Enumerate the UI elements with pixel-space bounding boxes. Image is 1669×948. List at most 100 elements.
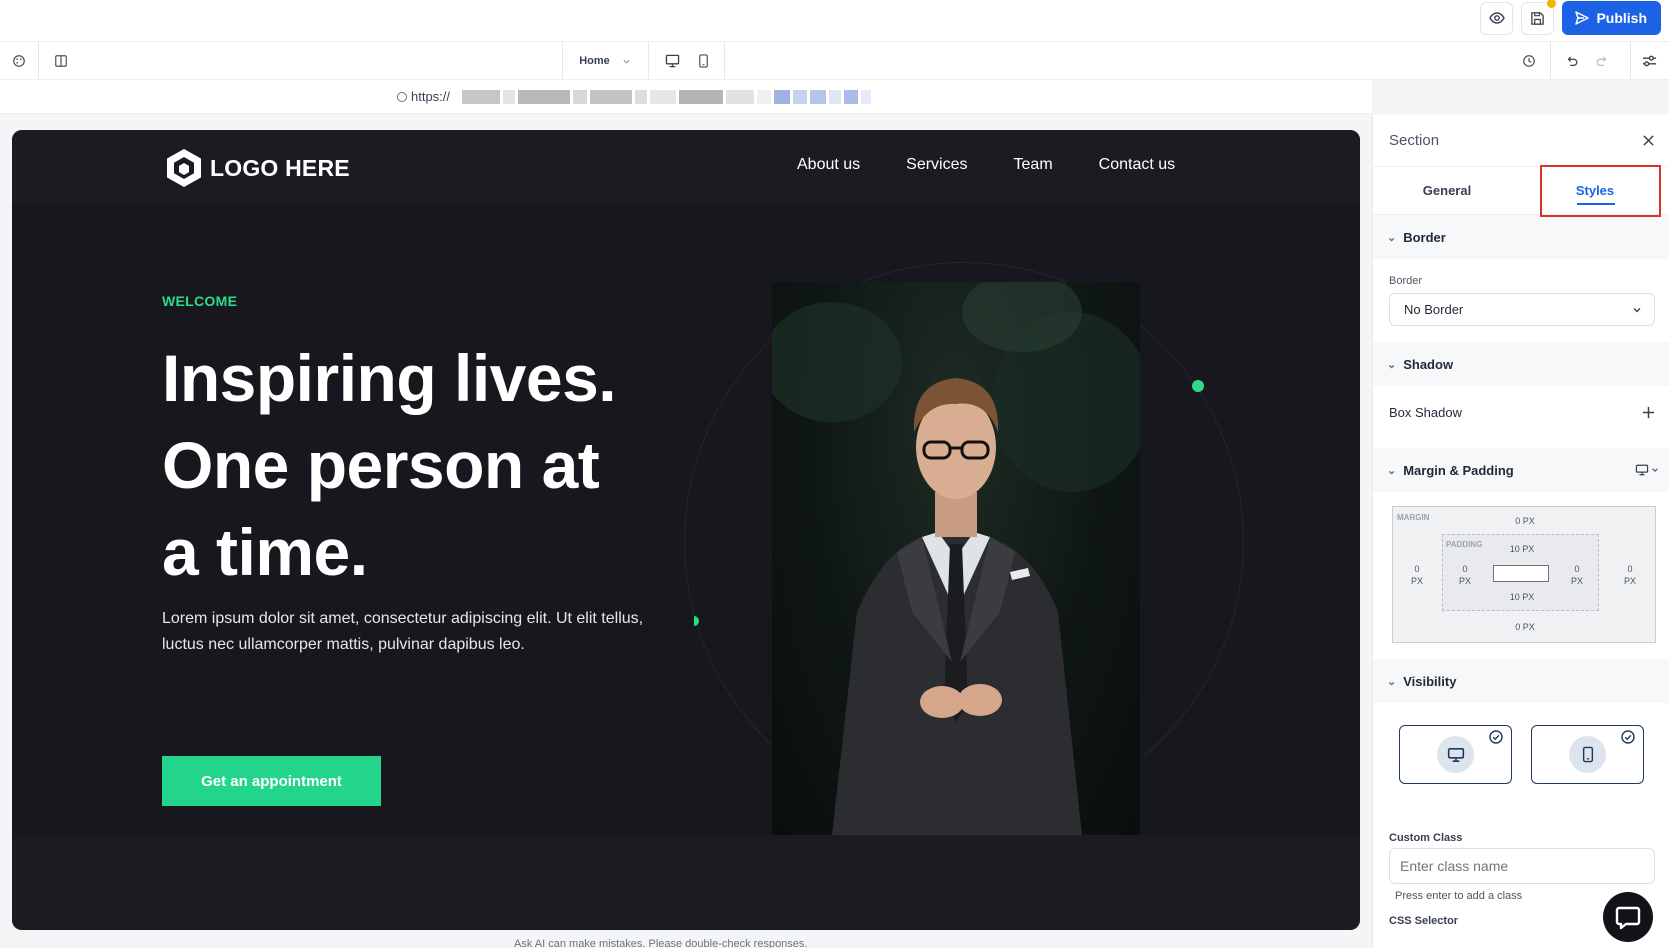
- cta-button[interactable]: Get an appointment: [162, 756, 381, 806]
- margin-bottom-value[interactable]: 0 PX: [1501, 621, 1549, 633]
- padding-box: PADDING 10 PX 10 PX 0 PX 0 PX: [1442, 534, 1599, 611]
- toolbar-divider: [724, 42, 725, 80]
- close-icon[interactable]: [1642, 134, 1655, 147]
- undo-icon: [1567, 56, 1578, 66]
- margin-top-value[interactable]: 0 PX: [1501, 515, 1549, 527]
- section-border-title: Border: [1403, 229, 1446, 245]
- publish-button[interactable]: Publish: [1562, 1, 1661, 35]
- section-shadow-title: Shadow: [1403, 356, 1454, 372]
- history-icon: [1523, 55, 1535, 67]
- section-spacing-title-wrap: ⌄ Margin & Padding: [1387, 463, 1514, 478]
- settings-sliders-icon: [1642, 55, 1656, 67]
- custom-class-field[interactable]: [1389, 848, 1655, 884]
- settings-button[interactable]: [1634, 42, 1664, 80]
- toolbar-divider: [1630, 42, 1631, 80]
- panel-header: Section: [1373, 115, 1669, 167]
- theme-button[interactable]: [4, 42, 34, 80]
- margin-right-unit: PX: [1623, 576, 1636, 586]
- hero-eyebrow[interactable]: WELCOME: [162, 293, 722, 309]
- eye-icon: [1489, 12, 1505, 24]
- visibility-toggles: [1373, 703, 1669, 784]
- properties-panel: Section General Styles ⌄ Border Border N…: [1372, 115, 1669, 948]
- margin-right-value[interactable]: 0 PX: [1616, 563, 1644, 587]
- nav-link-services[interactable]: Services: [906, 156, 967, 174]
- nav-link-contact[interactable]: Contact us: [1099, 156, 1175, 174]
- section-border-header[interactable]: ⌄ Border: [1373, 215, 1669, 259]
- margin-label: MARGIN: [1397, 513, 1430, 522]
- tab-general[interactable]: General: [1373, 167, 1521, 214]
- palette-icon: [13, 55, 25, 67]
- mobile-icon-wrap: [1569, 736, 1606, 773]
- site-logo[interactable]: LOGO HERE: [164, 147, 350, 189]
- section-visibility-header[interactable]: ⌄ Visibility: [1373, 659, 1669, 703]
- check-circle-icon: [1621, 730, 1635, 744]
- margin-left-number: 0: [1414, 564, 1420, 574]
- desktop-view-button[interactable]: [658, 42, 686, 80]
- visibility-desktop-toggle[interactable]: [1399, 725, 1512, 784]
- custom-class-input[interactable]: [1400, 858, 1654, 874]
- section-spacing-header[interactable]: ⌄ Margin & Padding: [1373, 448, 1669, 492]
- section-spacing-title: Margin & Padding: [1403, 462, 1514, 478]
- preview-button[interactable]: [1480, 1, 1514, 35]
- save-button[interactable]: [1521, 0, 1557, 35]
- toolbar-divider: [562, 42, 563, 80]
- border-label: Border: [1389, 275, 1423, 287]
- section-bottom[interactable]: [12, 835, 1360, 930]
- desktop-icon: [1635, 464, 1649, 476]
- device-switch[interactable]: [1635, 464, 1659, 476]
- padding-left-value[interactable]: 0 PX: [1451, 563, 1479, 587]
- mobile-icon: [1582, 746, 1593, 763]
- section-shadow-header[interactable]: ⌄ Shadow: [1373, 342, 1669, 386]
- logo-text: LOGO HERE: [210, 154, 350, 181]
- unsaved-indicator: [1547, 0, 1557, 8]
- layout-toggle-button[interactable]: [46, 42, 76, 80]
- padding-top-value[interactable]: 10 PX: [1498, 543, 1546, 555]
- url-redacted: [462, 89, 872, 104]
- site-nav-links: About us Services Team Contact us: [797, 156, 1175, 174]
- site-url[interactable]: https://: [397, 89, 872, 104]
- visibility-mobile-toggle[interactable]: [1531, 725, 1644, 784]
- publish-label: Publish: [1596, 10, 1647, 26]
- padding-left-number: 0: [1462, 564, 1468, 574]
- redo-icon: [1596, 56, 1607, 66]
- nav-link-about[interactable]: About us: [797, 156, 860, 174]
- border-select-value: No Border: [1404, 302, 1464, 317]
- hero-portrait-image[interactable]: [772, 282, 1140, 835]
- hero-text: WELCOME Inspiring lives. One person at a…: [162, 293, 722, 658]
- editor-toolbar: Home: [0, 42, 1669, 80]
- add-icon[interactable]: [1642, 406, 1655, 419]
- nav-link-team[interactable]: Team: [1014, 156, 1053, 174]
- margin-left-value[interactable]: 0 PX: [1403, 563, 1431, 587]
- chat-support-button[interactable]: [1603, 892, 1653, 942]
- page-canvas[interactable]: LOGO HERE About us Services Team Contact…: [12, 130, 1360, 930]
- chat-bubble-icon: [1615, 906, 1641, 930]
- mobile-view-button[interactable]: [689, 42, 717, 80]
- portrait-illustration: [772, 282, 1140, 835]
- padding-left-unit: PX: [1458, 576, 1471, 586]
- toolbar-divider: [1550, 42, 1551, 80]
- section-visibility-title: Visibility: [1403, 673, 1457, 689]
- save-icon: [1531, 11, 1545, 25]
- undo-button[interactable]: [1558, 42, 1586, 80]
- padding-bottom-value[interactable]: 10 PX: [1498, 591, 1546, 603]
- padding-right-value[interactable]: 0 PX: [1563, 563, 1591, 587]
- box-shadow-row: Box Shadow: [1373, 386, 1669, 438]
- redo-button[interactable]: [1588, 42, 1616, 80]
- border-select[interactable]: No Border: [1389, 293, 1655, 326]
- desktop-view-icon: [665, 54, 679, 68]
- site-header[interactable]: LOGO HERE About us Services Team Contact…: [12, 130, 1360, 204]
- chevron-down-icon: [1633, 307, 1641, 312]
- mobile-view-icon: [698, 54, 708, 68]
- hero-paragraph[interactable]: Lorem ipsum dolor sit amet, consectetur …: [162, 606, 672, 658]
- url-prefix: https://: [411, 89, 451, 104]
- hero-headline[interactable]: Inspiring lives. One person at a time.: [162, 335, 632, 596]
- history-button[interactable]: [1515, 42, 1543, 80]
- page-select[interactable]: Home: [570, 42, 640, 80]
- top-actions: Publish: [1480, 0, 1661, 35]
- desktop-icon: [1447, 747, 1464, 762]
- chevron-down-icon: ⌄: [1387, 675, 1397, 688]
- chevron-down-icon: ⌄: [1387, 231, 1397, 244]
